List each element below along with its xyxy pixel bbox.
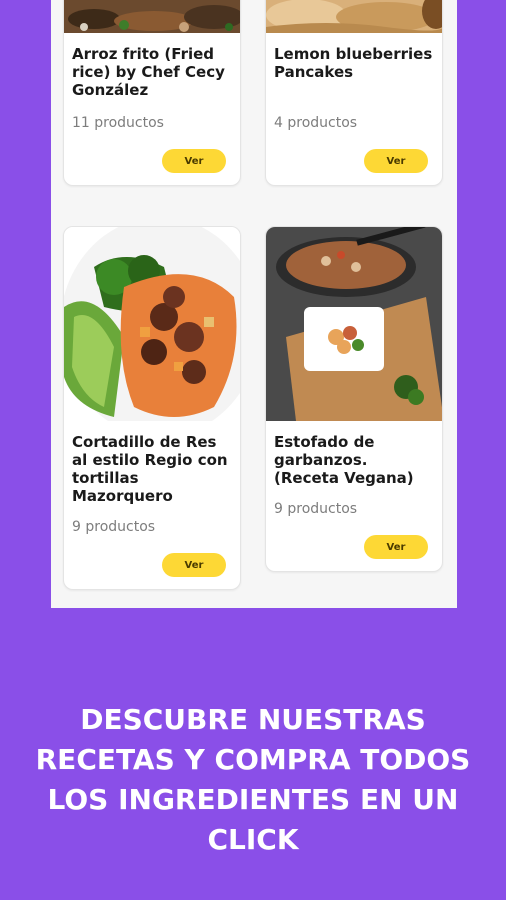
view-recipe-button[interactable]: Ver [364, 149, 428, 173]
recipe-product-count: 11 productos [72, 115, 164, 131]
recipe-product-count: 9 productos [274, 501, 358, 517]
recipe-product-count: 4 productos [274, 115, 358, 131]
recipe-list-screen: Arroz frito (Fried rice) by Chef Cecy Go… [51, 0, 457, 608]
recipe-image-pancakes [266, 0, 442, 33]
recipe-product-count: 9 productos [72, 519, 156, 535]
recipe-title: Lemon blueberries Pancakes [274, 45, 433, 81]
view-recipe-button[interactable]: Ver [364, 535, 428, 559]
recipe-title: Estofado de garbanzos. (Receta Vegana) [274, 433, 414, 487]
recipe-title: Arroz frito (Fried rice) by Chef Cecy Go… [72, 45, 225, 99]
recipe-card[interactable]: Lemon blueberries Pancakes 4 productos V… [265, 0, 443, 186]
view-recipe-button[interactable]: Ver [162, 149, 226, 173]
recipe-title: Cortadillo de Res al estilo Regio con to… [72, 433, 228, 505]
recipe-card[interactable]: Arroz frito (Fried rice) by Chef Cecy Go… [63, 0, 241, 186]
recipe-image-fried-rice [64, 0, 240, 33]
recipe-card[interactable]: Estofado de garbanzos. (Receta Vegana) 9… [265, 226, 443, 572]
recipe-image-cortadillo [64, 227, 240, 421]
recipe-card[interactable]: Cortadillo de Res al estilo Regio con to… [63, 226, 241, 590]
promo-caption: DESCUBRE NUESTRAS RECETAS Y COMPRA TODOS… [35, 703, 471, 856]
recipe-image-estofado [266, 227, 442, 421]
view-recipe-button[interactable]: Ver [162, 553, 226, 577]
